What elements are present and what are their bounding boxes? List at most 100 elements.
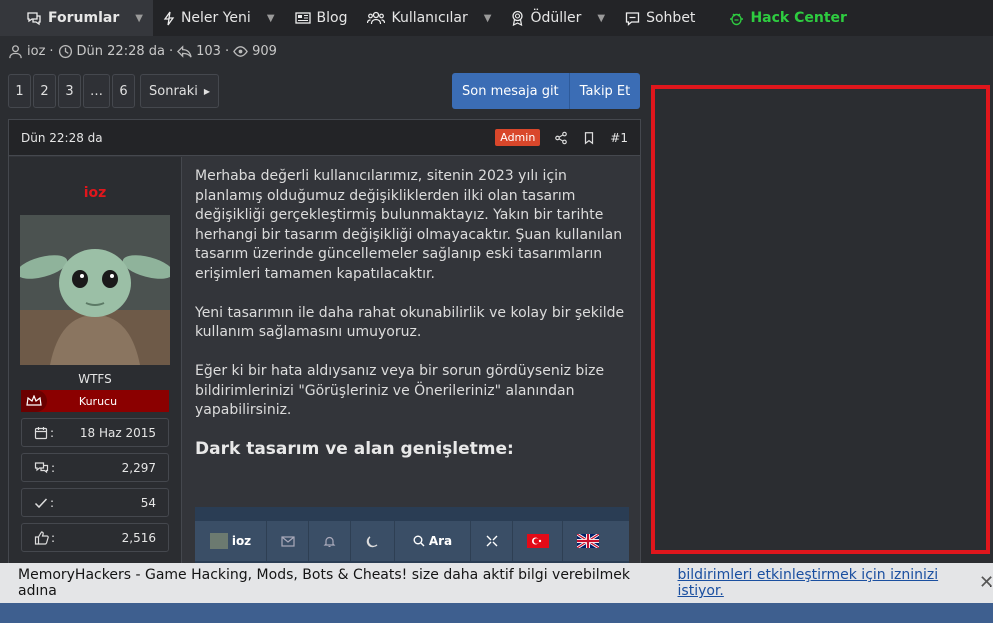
stat-separator: :: [51, 460, 56, 475]
nav-item-bolt[interactable]: Neler Yeni ▼: [153, 0, 285, 36]
chevron-down-icon[interactable]: ▼: [484, 13, 492, 24]
nav-label: Kullanıcılar: [391, 10, 468, 26]
follow-button[interactable]: Takip Et: [569, 73, 641, 109]
post-body: Merhaba değerli kullanıcılarımız, siteni…: [195, 167, 631, 460]
moon-icon: [351, 521, 395, 561]
turkey-flag-icon: [513, 521, 563, 561]
bolt-icon: [163, 11, 175, 26]
stat-value: 2,516: [121, 530, 156, 545]
pagination: 1 2 3… 6 Sonraki ▶: [8, 74, 220, 108]
rank-banner: Kurucu: [21, 390, 169, 412]
user-title: WTFS: [78, 372, 112, 386]
calendar-icon: [34, 426, 48, 440]
avatar-image: [20, 215, 170, 365]
avatar[interactable]: [20, 215, 170, 365]
users-icon: [367, 11, 386, 25]
newspaper-icon: [294, 11, 311, 25]
nav-item-newspaper[interactable]: Blog: [285, 0, 358, 36]
meta-separator: ·: [49, 44, 54, 59]
bug-icon: [729, 11, 744, 26]
user-stat: : 18 Haz 2015: [21, 418, 169, 447]
caret-right-icon: ▶: [203, 86, 211, 96]
page-button[interactable]: …: [83, 74, 110, 108]
nav-label: Neler Yeni: [180, 10, 251, 26]
post-date[interactable]: Dün 22:28 da: [21, 131, 103, 145]
share-icon[interactable]: [554, 131, 568, 145]
screenshot-user: ioz: [195, 521, 267, 561]
close-icon[interactable]: ✕: [979, 572, 993, 593]
mail-icon: [267, 521, 309, 561]
nav-label: Ödüller: [530, 10, 582, 26]
post-heading: Dark tasarım ve alan genişletme:: [195, 439, 514, 459]
nav-label: Forumlar: [48, 10, 120, 26]
user-icon: [9, 45, 22, 59]
stat-value: 54: [140, 495, 156, 510]
footer-strip: [0, 603, 993, 623]
mini-avatar-icon: [209, 533, 228, 549]
page-button[interactable]: 1: [8, 74, 31, 108]
notice-link[interactable]: bildirimleri etkinleştirmek için izniniz…: [678, 567, 989, 599]
view-count: 909: [252, 44, 277, 59]
meta-separator: ·: [168, 44, 174, 59]
screenshot-search-label: Ara: [428, 534, 453, 548]
message-icon: [625, 11, 640, 26]
meta-separator: ·: [224, 44, 230, 59]
page-button[interactable]: 6: [112, 74, 135, 108]
post-paragraph: Eğer ki bir hata aldıysanız veya bir sor…: [195, 363, 605, 418]
thread-meta: ioz · Dün 22:28 da · 103 · 909: [8, 44, 277, 59]
push-notification-notice: MemoryHackers - Game Hacking, Mods, Bots…: [0, 563, 993, 603]
last-post-button[interactable]: Son mesaja git: [452, 73, 570, 109]
ad-placeholder: [651, 85, 990, 554]
nav-item-award[interactable]: Ödüller ▼: [501, 0, 615, 36]
user-stat: : 2,516: [21, 523, 169, 552]
chevron-down-icon[interactable]: ▼: [597, 13, 605, 24]
embedded-screenshot[interactable]: ioz Ara: [195, 507, 629, 567]
screenshot-username: ioz: [231, 534, 252, 548]
nav-item-chat[interactable]: Forumlar ▼: [0, 0, 153, 36]
post-paragraph: Yeni tasarımın ile daha rahat okunabilir…: [195, 304, 625, 341]
stat-separator: :: [50, 495, 55, 510]
nav-label: Hack Center: [750, 10, 847, 26]
reply-icon: [177, 45, 192, 58]
user-stat: : 54: [21, 488, 169, 517]
messages-icon: [34, 461, 49, 475]
page-button[interactable]: 2: [33, 74, 56, 108]
bell-icon: [309, 521, 351, 561]
post-header: Dün 22:28 da Admin #1: [9, 120, 640, 156]
chat-icon: [26, 11, 42, 26]
search-icon: [413, 535, 425, 547]
nav-item-message[interactable]: Sohbet: [615, 0, 705, 36]
stat-separator: :: [51, 530, 56, 545]
screenshot-search: Ara: [395, 521, 471, 561]
nav-label: Blog: [316, 10, 348, 26]
stat-separator: :: [50, 425, 55, 440]
admin-badge: Admin: [495, 129, 541, 146]
user-info: ioz WTFS Kurucu :18 Haz 2015:2,297: 54 …: [9, 157, 182, 568]
next-page-label: Sonraki: [149, 83, 198, 99]
reply-count: 103: [196, 44, 221, 59]
nav-label: Sohbet: [646, 10, 696, 26]
chevron-down-icon[interactable]: ▼: [267, 13, 275, 24]
expand-icon: [471, 521, 513, 561]
user-stat: : 2,297: [21, 453, 169, 482]
thumbs-up-icon: [34, 530, 49, 545]
stat-value: 2,297: [121, 460, 156, 475]
nav-item-users[interactable]: Kullanıcılar ▼: [357, 0, 501, 36]
page-button[interactable]: 3: [58, 74, 81, 108]
nav-item-bug[interactable]: Hack Center: [719, 0, 856, 36]
post-number[interactable]: #1: [610, 131, 628, 145]
clock-icon: [58, 44, 72, 59]
username[interactable]: ioz: [9, 185, 181, 201]
thread-date[interactable]: Dün 22:28 da: [77, 44, 165, 59]
next-page-button[interactable]: Sonraki ▶: [140, 74, 220, 108]
thread-author[interactable]: ioz: [27, 44, 45, 59]
award-icon: [511, 10, 524, 26]
post: Dün 22:28 da Admin #1 ioz WTFS Kurucu: …: [8, 119, 641, 569]
uk-flag-icon: [563, 521, 613, 561]
chevron-down-icon[interactable]: ▼: [135, 13, 143, 24]
post-paragraph: Merhaba değerli kullanıcılarımız, siteni…: [195, 168, 623, 282]
stat-value: 18 Haz 2015: [79, 425, 156, 440]
notice-text: MemoryHackers - Game Hacking, Mods, Bots…: [18, 567, 631, 599]
check-icon: [34, 497, 48, 509]
bookmark-icon[interactable]: [582, 131, 596, 145]
